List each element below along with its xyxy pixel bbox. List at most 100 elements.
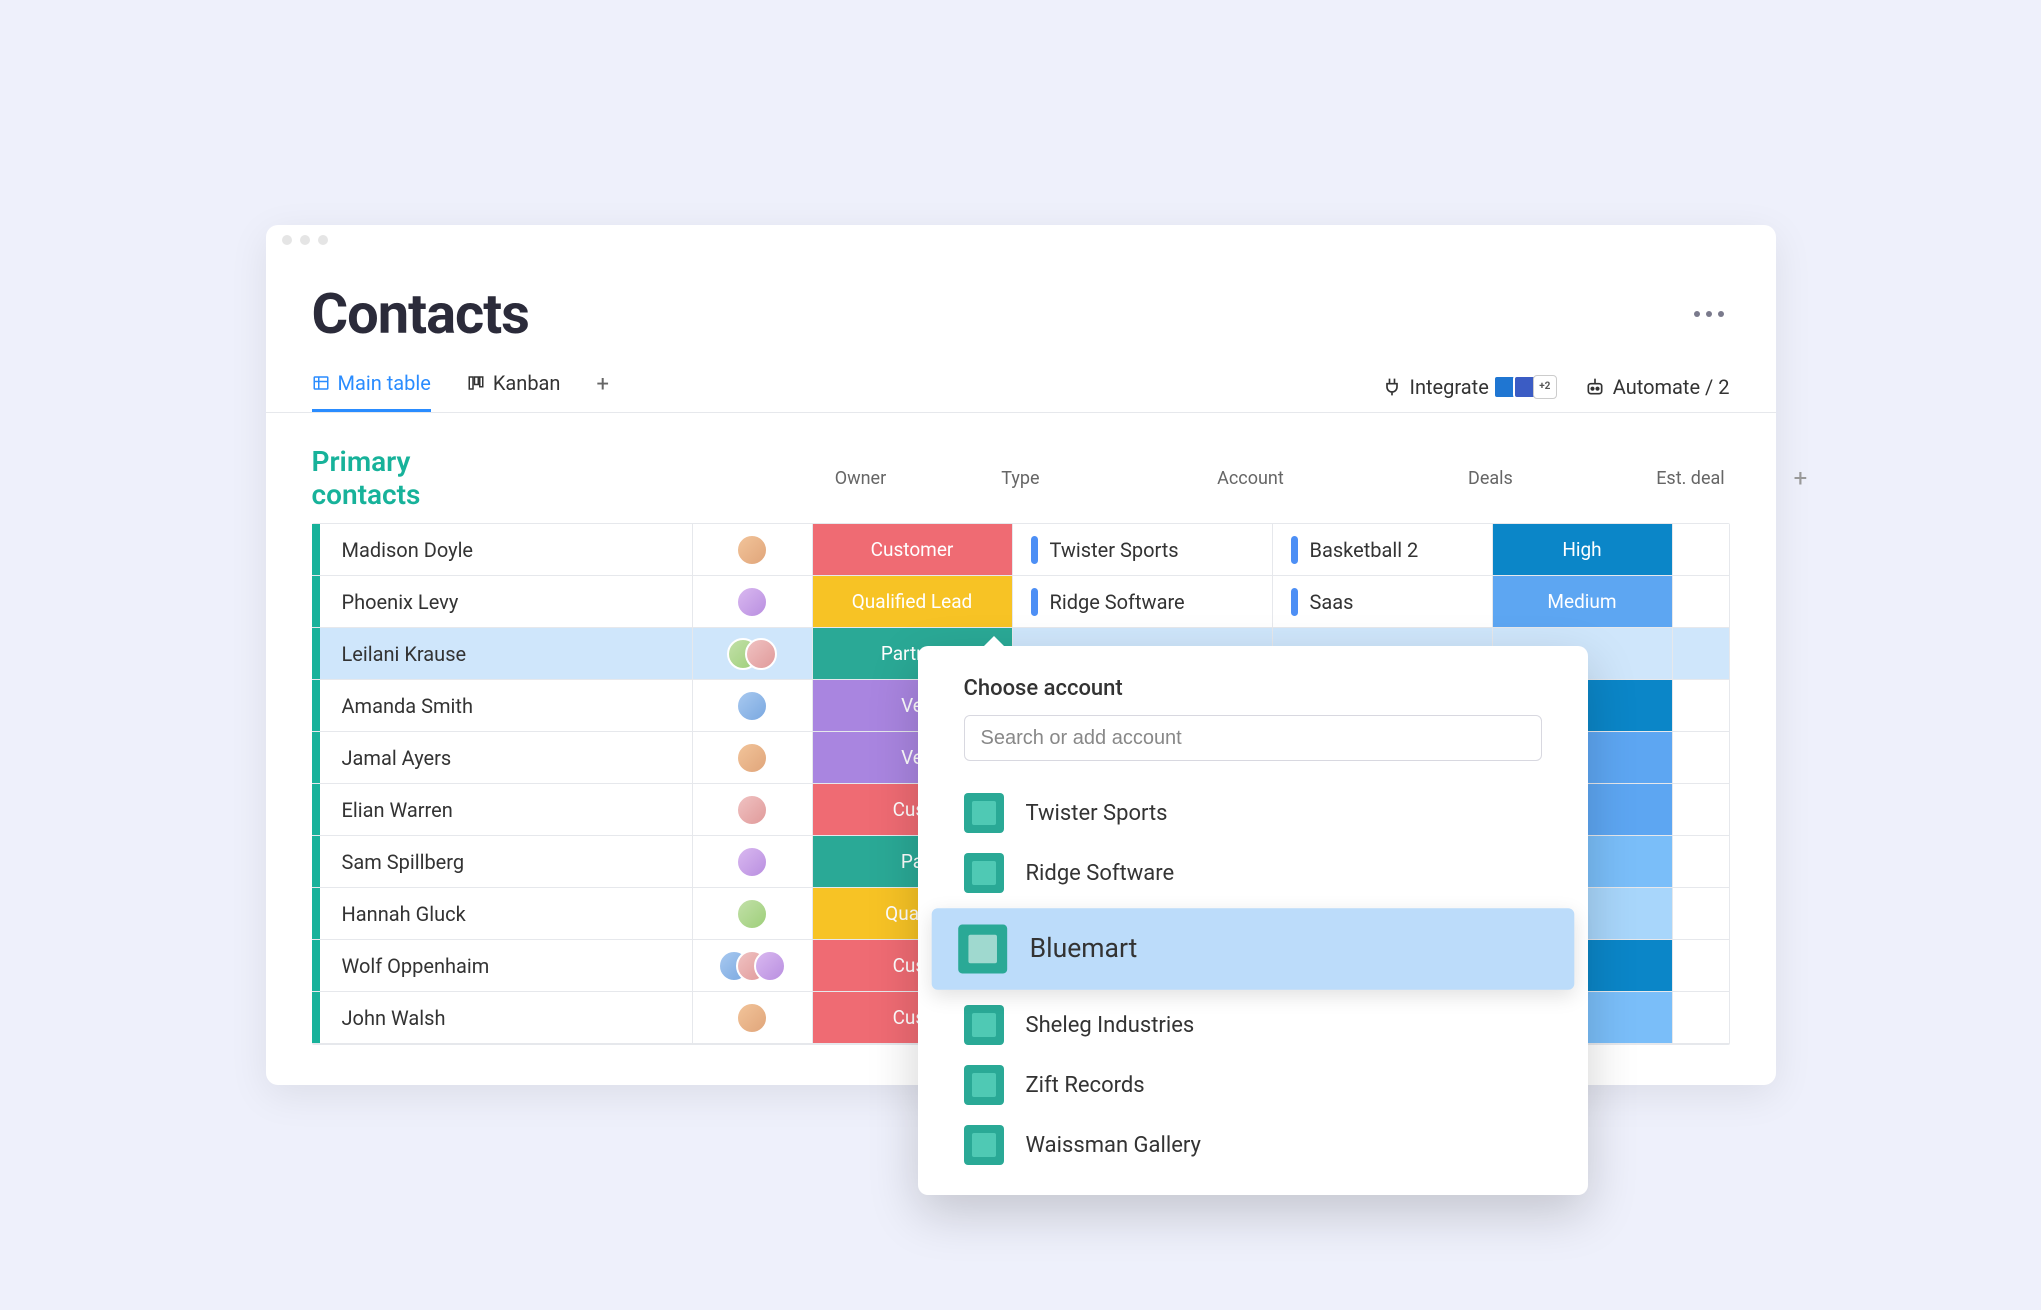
contact-name-cell[interactable]: Phoenix Levy — [320, 576, 692, 627]
relation-chip-icon — [1291, 588, 1298, 616]
owner-cell[interactable] — [692, 784, 812, 835]
integration-badges: +2 — [1497, 375, 1557, 399]
row-stripe — [312, 524, 320, 575]
option-label: Zift Records — [1026, 1073, 1145, 1098]
owner-cell[interactable] — [692, 628, 812, 679]
row-tail — [1672, 628, 1712, 679]
automate-label: Automate / 2 — [1613, 375, 1730, 399]
option-label: Bluemart — [1029, 934, 1137, 965]
row-stripe — [312, 628, 320, 679]
integrate-button[interactable]: Integrate +2 — [1382, 375, 1557, 399]
owner-cell[interactable] — [692, 680, 812, 731]
account-option[interactable]: Bluemart — [931, 908, 1574, 990]
row-stripe — [312, 732, 320, 783]
account-cell[interactable]: Twister Sports — [1012, 524, 1272, 575]
table-row[interactable]: Phoenix Levy Qualified Lead Ridge Software… — [312, 576, 1729, 628]
account-cell[interactable]: Ridge Software — [1012, 576, 1272, 627]
contact-name-cell[interactable]: Leilani Krause — [320, 628, 692, 679]
account-option[interactable]: Twister Sports — [918, 783, 1588, 843]
relation-chip-icon — [1031, 588, 1038, 616]
row-tail — [1672, 732, 1712, 783]
row-stripe — [312, 680, 320, 731]
option-label: Twister Sports — [1026, 801, 1168, 826]
option-label: Sheleg Industries — [1026, 1013, 1195, 1038]
contact-name-cell[interactable]: John Walsh — [320, 992, 692, 1043]
automate-button[interactable]: Automate / 2 — [1585, 375, 1730, 399]
owner-cell[interactable] — [692, 836, 812, 887]
add-column-button[interactable]: + — [1780, 464, 1820, 492]
app-window: Contacts Main table Kanban + Integrate — [266, 225, 1776, 1085]
tab-main-table[interactable]: Main table — [312, 371, 431, 412]
account-option[interactable]: Ridge Software — [918, 843, 1588, 903]
type-cell[interactable]: Customer — [812, 524, 1012, 575]
row-stripe — [312, 576, 320, 627]
deals-cell[interactable]: Basketball 2 — [1272, 524, 1492, 575]
est-deal-cell[interactable]: Medium — [1492, 576, 1672, 627]
row-tail — [1672, 680, 1712, 731]
type-cell[interactable]: Qualified Lead — [812, 576, 1012, 627]
relation-chip-icon — [1031, 536, 1038, 564]
option-label: Ridge Software — [1026, 861, 1175, 886]
deal-label: Basketball 2 — [1310, 538, 1419, 562]
contact-name-cell[interactable]: Jamal Ayers — [320, 732, 692, 783]
avatar — [745, 638, 777, 670]
owner-cell[interactable] — [692, 992, 812, 1043]
contact-name-cell[interactable]: Hannah Gluck — [320, 888, 692, 939]
avatar — [754, 950, 786, 982]
account-option[interactable]: Sheleg Industries — [918, 995, 1588, 1055]
owner-cell[interactable] — [692, 524, 812, 575]
contact-name-cell[interactable]: Elian Warren — [320, 784, 692, 835]
page-title: Contacts — [312, 281, 529, 347]
deal-label: Saas — [1310, 590, 1354, 614]
table-row[interactable]: Madison Doyle Customer Twister Sports Baske… — [312, 524, 1729, 576]
owner-cell[interactable] — [692, 940, 812, 991]
group-title[interactable]: Primary contacts — [312, 445, 421, 511]
avatar — [736, 846, 768, 878]
row-stripe — [312, 992, 320, 1043]
avatar — [736, 586, 768, 618]
option-color-icon — [964, 853, 1004, 893]
column-header-deals[interactable]: Deals — [1380, 468, 1600, 489]
owner-cell[interactable] — [692, 576, 812, 627]
relation-chip-icon — [1291, 536, 1298, 564]
integrate-label: Integrate — [1410, 375, 1489, 399]
account-dropdown[interactable]: Choose account Twister Sports Ridge Softwa… — [918, 646, 1588, 1195]
window-dot — [300, 235, 310, 245]
column-headers: Owner Type Account Deals Est. deal + — [420, 464, 1820, 492]
contact-name-cell[interactable]: Amanda Smith — [320, 680, 692, 731]
tab-label: Main table — [338, 371, 431, 395]
option-color-icon — [964, 793, 1004, 833]
owner-cell[interactable] — [692, 732, 812, 783]
row-tail — [1672, 940, 1712, 991]
row-tail — [1672, 524, 1712, 575]
column-header-owner[interactable]: Owner — [800, 468, 920, 489]
contact-name-cell[interactable]: Sam Spillberg — [320, 836, 692, 887]
deals-cell[interactable]: Saas — [1272, 576, 1492, 627]
column-header-type[interactable]: Type — [920, 468, 1120, 489]
row-stripe — [312, 836, 320, 887]
column-header-est[interactable]: Est. deal — [1600, 468, 1780, 489]
dropdown-title: Choose account — [918, 676, 1588, 715]
avatar — [736, 690, 768, 722]
account-label: Twister Sports — [1050, 538, 1179, 562]
row-tail — [1672, 784, 1712, 835]
contact-name-cell[interactable]: Wolf Oppenhaim — [320, 940, 692, 991]
option-color-icon — [964, 1065, 1004, 1105]
avatar — [736, 898, 768, 930]
avatar — [736, 742, 768, 774]
est-deal-cell[interactable]: High — [1492, 524, 1672, 575]
contact-name-cell[interactable]: Madison Doyle — [320, 524, 692, 575]
account-option[interactable]: Waissman Gallery — [918, 1115, 1588, 1175]
more-menu-icon[interactable] — [1694, 311, 1730, 317]
option-color-icon — [964, 1005, 1004, 1045]
avatar — [736, 794, 768, 826]
account-search-input[interactable] — [964, 715, 1542, 761]
option-color-icon — [964, 1125, 1004, 1165]
add-view-button[interactable]: + — [596, 372, 608, 411]
column-header-account[interactable]: Account — [1120, 468, 1380, 489]
account-option[interactable]: Zift Records — [918, 1055, 1588, 1115]
owner-cell[interactable] — [692, 888, 812, 939]
tab-kanban[interactable]: Kanban — [467, 371, 561, 412]
account-label: Ridge Software — [1050, 590, 1185, 614]
row-tail — [1672, 888, 1712, 939]
